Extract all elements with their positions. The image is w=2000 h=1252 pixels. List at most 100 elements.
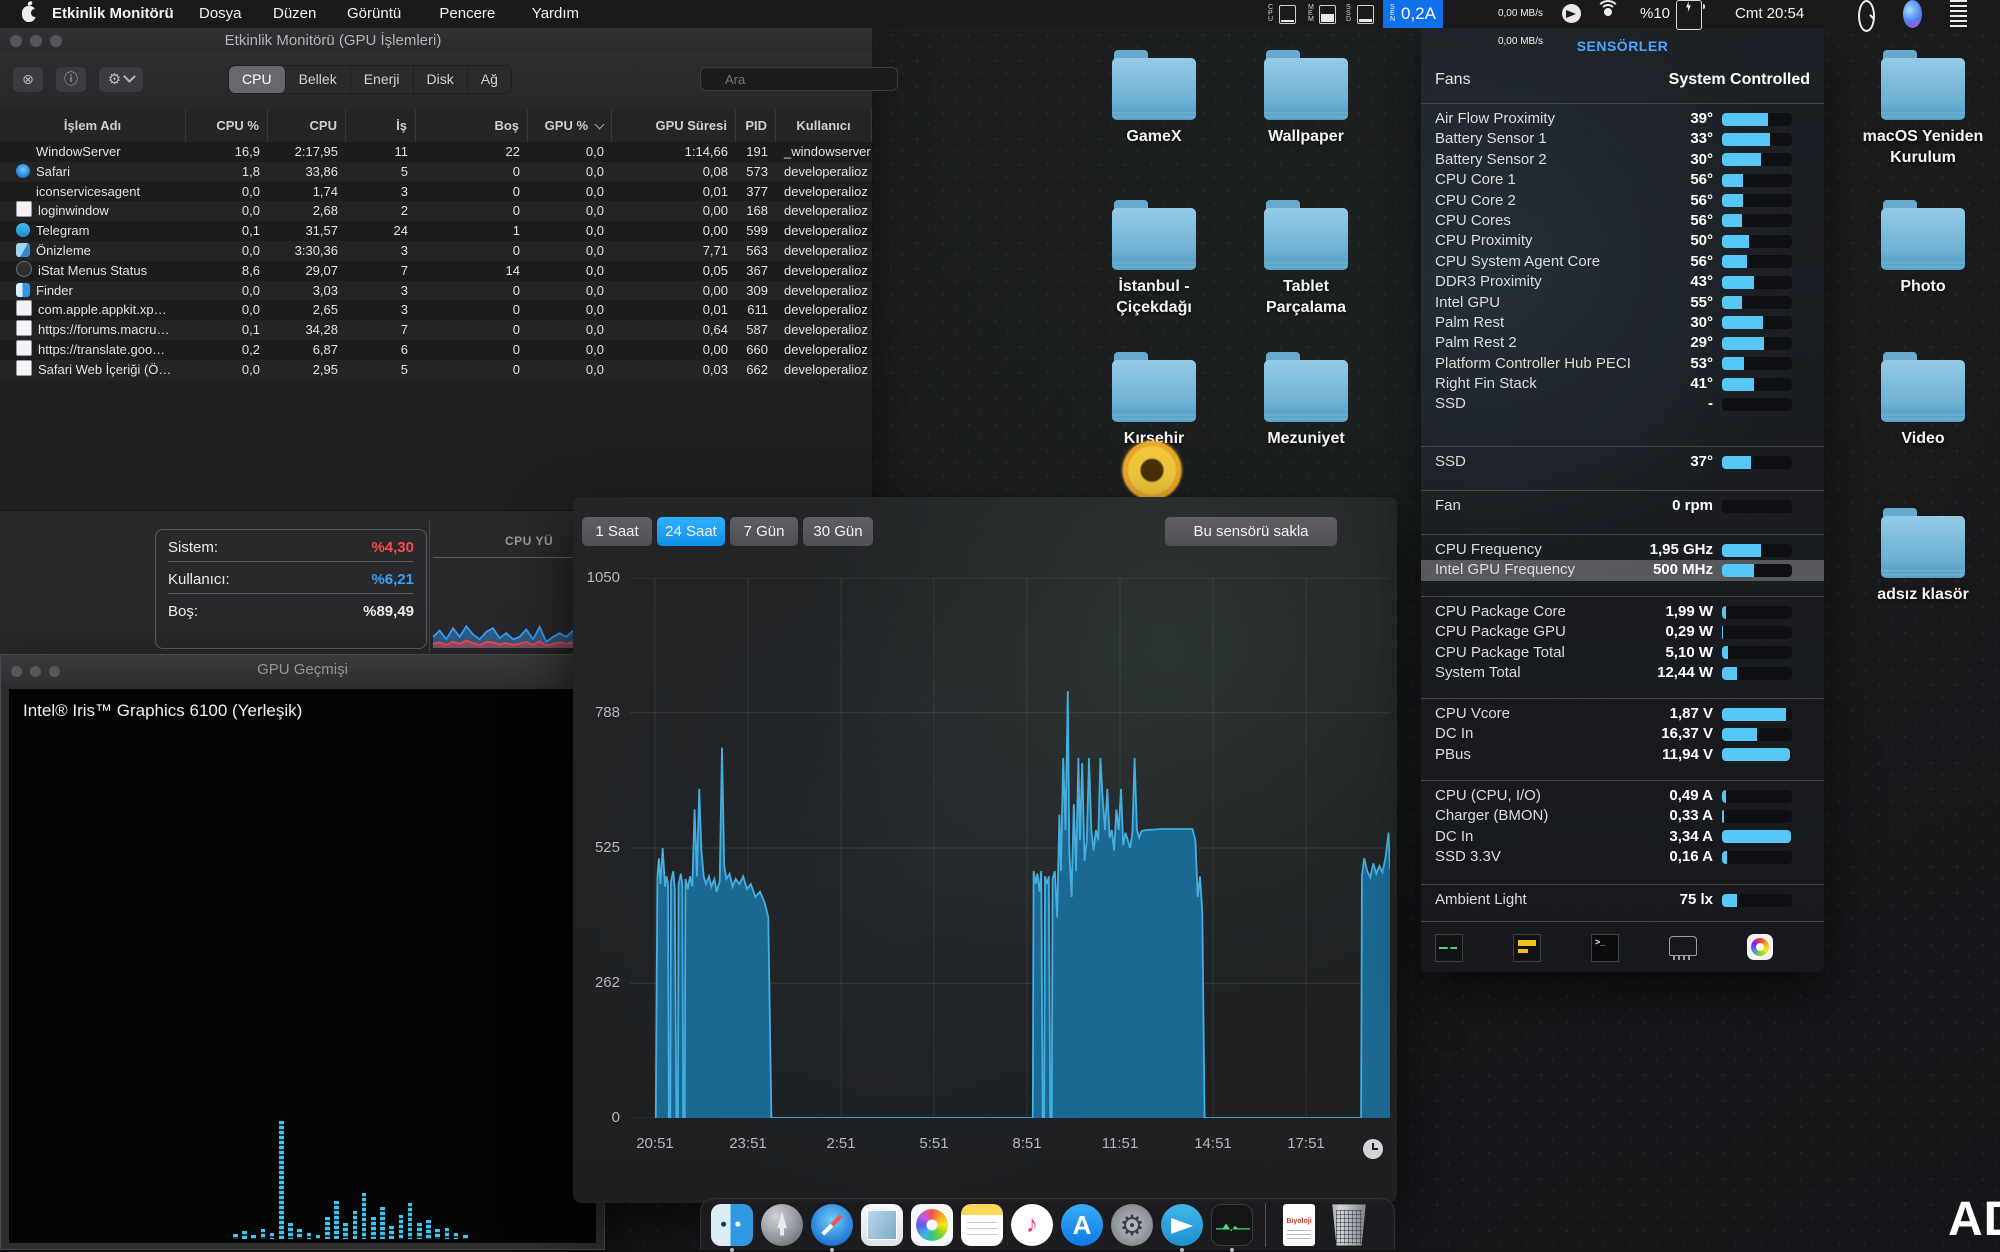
save-sensor-button[interactable]: Bu sensörü sakla bbox=[1165, 517, 1337, 546]
menu-düzen[interactable]: Düzen bbox=[271, 0, 318, 28]
desktop-folder-macos-yeniden-kurulum[interactable]: macOS Yeniden Kurulum bbox=[1848, 58, 1998, 168]
clock-icon[interactable] bbox=[1363, 1139, 1383, 1159]
sensor-row[interactable]: CPU Package Core1,99 W bbox=[1421, 602, 1824, 622]
ssd-menubar-meter[interactable]: SSD bbox=[1346, 0, 1374, 28]
table-row[interactable]: Telegram0,131,572410,00,00599developeral… bbox=[0, 221, 872, 241]
sensor-row[interactable]: Fan0 rpm bbox=[1421, 496, 1824, 516]
desktop-folder-wallpaper[interactable]: Wallpaper bbox=[1231, 58, 1381, 147]
memory-menubar-meter[interactable]: MEM bbox=[1308, 0, 1336, 28]
dock-item-safari[interactable] bbox=[809, 1202, 855, 1248]
app-menu-title[interactable]: Etkinlik Monitörü bbox=[52, 0, 174, 28]
table-row[interactable]: Finder0,03,03300,00,00309developeralioz bbox=[0, 281, 872, 301]
dock-item-notes[interactable] bbox=[959, 1202, 1005, 1248]
activity-monitor-titlebar[interactable]: Etkinlik Monitörü (GPU İşlemleri) bbox=[0, 28, 872, 52]
network-menubar-item[interactable]: 0,00 MB/s 0,00 MB/s bbox=[1447, 0, 1543, 28]
dock-item-photos[interactable] bbox=[909, 1202, 955, 1248]
tab-bellek[interactable]: Bellek bbox=[286, 66, 351, 93]
tab-cpu[interactable]: CPU bbox=[229, 66, 286, 93]
column-header-7[interactable]: PID bbox=[736, 110, 776, 142]
sensor-row[interactable]: Intel GPU55° bbox=[1421, 293, 1824, 313]
sensor-row[interactable]: Air Flow Proximity39° bbox=[1421, 109, 1824, 129]
menu-yardım[interactable]: Yardım bbox=[530, 0, 581, 28]
table-row[interactable]: Safari Web İçeriği (Ö…0,02,95500,00,0366… bbox=[0, 360, 872, 380]
sensor-row[interactable]: CPU (CPU, I/O)0,49 A bbox=[1421, 786, 1824, 806]
chip-clamp-icon[interactable] bbox=[1669, 936, 1697, 956]
sensor-row[interactable]: Intel GPU Frequency500 MHz bbox=[1421, 560, 1824, 580]
sensor-row[interactable]: SSD 3.3V0,16 A bbox=[1421, 847, 1824, 867]
menu-görüntü[interactable]: Görüntü bbox=[345, 0, 403, 28]
desktop-folder-video[interactable]: Video bbox=[1848, 360, 1998, 449]
table-row[interactable]: https://forums.macru…0,134,28700,00,6458… bbox=[0, 320, 872, 340]
telegram-menubar-icon[interactable] bbox=[1562, 0, 1581, 28]
column-header-4[interactable]: Boş Kaldığında… bbox=[416, 110, 528, 142]
dock-item-launchpad[interactable] bbox=[759, 1202, 805, 1248]
notification-center-icon[interactable] bbox=[1950, 0, 1967, 28]
menubar-clock[interactable]: Cmt 20:54 bbox=[1735, 0, 1804, 28]
sensor-row[interactable]: CPU Package Total5,10 W bbox=[1421, 643, 1824, 663]
gear-menu-button[interactable]: ⚙ bbox=[98, 66, 144, 93]
sensor-row[interactable]: CPU Proximity50° bbox=[1421, 231, 1824, 251]
range-button-7-gün[interactable]: 7 Gün bbox=[730, 517, 798, 546]
sensor-row[interactable]: Battery Sensor 133° bbox=[1421, 129, 1824, 149]
sensor-row[interactable]: Ambient Light75 lx bbox=[1421, 890, 1824, 910]
apple-menu-icon[interactable] bbox=[22, 6, 36, 22]
sensor-row[interactable]: CPU Vcore1,87 V bbox=[1421, 704, 1824, 724]
desktop-folder-ads-z-klas-r[interactable]: adsız klasör bbox=[1848, 516, 1998, 605]
search-input[interactable] bbox=[700, 67, 898, 91]
dock-item-telegram[interactable] bbox=[1159, 1202, 1205, 1248]
dock-item-activity-monitor[interactable] bbox=[1209, 1202, 1255, 1248]
table-row[interactable]: Safari1,833,86500,00,08573developeralioz bbox=[0, 162, 872, 182]
range-button-1-saat[interactable]: 1 Saat bbox=[582, 517, 652, 546]
range-button-24-saat[interactable]: 24 Saat bbox=[657, 517, 725, 546]
column-header-5[interactable]: GPU % bbox=[528, 110, 612, 142]
range-button-30-gün[interactable]: 30 Gün bbox=[803, 517, 873, 546]
sensor-row[interactable]: DC In16,37 V bbox=[1421, 724, 1824, 744]
wifi-icon[interactable] bbox=[1598, 0, 1618, 28]
dock-item-system-preferences[interactable] bbox=[1109, 1202, 1155, 1248]
sensor-row[interactable]: CPU System Agent Core56° bbox=[1421, 252, 1824, 272]
desktop-folder-gamex[interactable]: GameX bbox=[1079, 58, 1229, 147]
sensor-row[interactable]: CPU Core 256° bbox=[1421, 191, 1824, 211]
table-row[interactable]: WindowServer16,92:17,9511220,01:14,66191… bbox=[0, 142, 872, 162]
terminal-icon[interactable] bbox=[1591, 934, 1619, 962]
tab-ağ[interactable]: Ağ bbox=[468, 66, 511, 93]
sensor-row[interactable]: CPU Package GPU0,29 W bbox=[1421, 622, 1824, 642]
sensor-row[interactable]: CPU Cores56° bbox=[1421, 211, 1824, 231]
column-header-3[interactable]: İş Parça… bbox=[346, 110, 416, 142]
warning-badge-icon[interactable] bbox=[1513, 934, 1541, 962]
sensor-row[interactable]: Palm Rest 229° bbox=[1421, 333, 1824, 353]
activity-graph-icon[interactable] bbox=[1435, 934, 1463, 962]
dock-item-biyoloji-document[interactable]: Biyoloji bbox=[1276, 1202, 1322, 1248]
spotlight-search-icon[interactable] bbox=[1858, 0, 1875, 32]
inspect-process-button[interactable]: ⓘ bbox=[55, 66, 87, 93]
sensor-row[interactable]: Palm Rest30° bbox=[1421, 313, 1824, 333]
sensor-row[interactable]: DDR3 Proximity43° bbox=[1421, 272, 1824, 292]
fans-row[interactable]: Fans System Controlled bbox=[1435, 71, 1810, 89]
tab-enerji[interactable]: Enerji bbox=[351, 66, 414, 93]
quit-process-button[interactable]: ⊗ bbox=[12, 66, 44, 93]
sensor-row[interactable]: Right Fin Stack41° bbox=[1421, 374, 1824, 394]
sensor-row[interactable]: Battery Sensor 230° bbox=[1421, 150, 1824, 170]
tab-disk[interactable]: Disk bbox=[414, 66, 468, 93]
menu-dosya[interactable]: Dosya bbox=[197, 0, 244, 28]
dock-item-trash[interactable] bbox=[1326, 1202, 1372, 1248]
sensor-row[interactable]: CPU Core 156° bbox=[1421, 170, 1824, 190]
table-row[interactable]: loginwindow0,02,68200,00,00168developera… bbox=[0, 201, 872, 221]
sensor-row[interactable]: SSD37° bbox=[1421, 452, 1824, 472]
cpu-menubar-meter[interactable]: CPU bbox=[1268, 0, 1296, 28]
menu-pencere[interactable]: Pencere bbox=[437, 0, 497, 28]
table-header[interactable]: İşlem AdıCPU %CPU Süresiİş Parça…Boş Kal… bbox=[0, 110, 872, 143]
desktop-folder-tablet-par-alama[interactable]: Tablet Parçalama bbox=[1231, 208, 1381, 318]
istat-gauge-icon[interactable] bbox=[1747, 934, 1773, 960]
sensor-row[interactable]: DC In3,34 A bbox=[1421, 827, 1824, 847]
column-header-6[interactable]: GPU Süresi bbox=[612, 110, 736, 142]
table-row[interactable]: iStat Menus Status8,629,077140,00,05367d… bbox=[0, 261, 872, 281]
desktop-folder-photo[interactable]: Photo bbox=[1848, 208, 1998, 297]
sensor-row[interactable]: CPU Frequency1,95 GHz bbox=[1421, 540, 1824, 560]
battery-charging-icon[interactable] bbox=[1676, 0, 1702, 30]
desktop-folder-k-r-ehir[interactable]: Kırşehir bbox=[1079, 360, 1229, 449]
sensor-row[interactable]: Charger (BMON)0,33 A bbox=[1421, 806, 1824, 826]
dock-item-finder[interactable] bbox=[709, 1202, 755, 1248]
column-header-8[interactable]: Kullanıcı bbox=[776, 110, 872, 142]
table-row[interactable]: https://translate.goo…0,26,87600,00,0066… bbox=[0, 340, 872, 360]
